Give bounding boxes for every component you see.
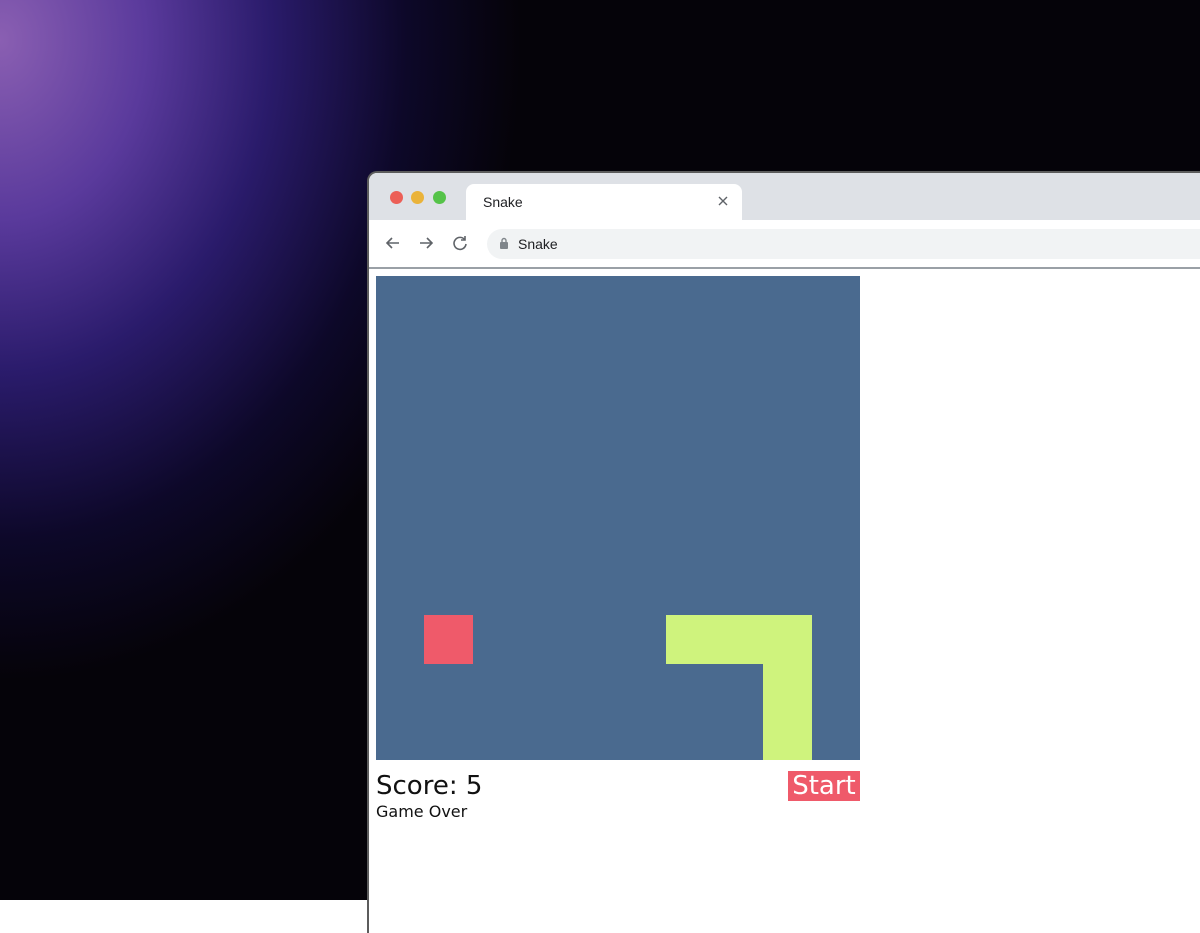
snake-segment: [763, 614, 813, 664]
tab-title: Snake: [483, 194, 523, 210]
snake-segment: [763, 711, 813, 760]
back-arrow-icon[interactable]: [382, 232, 404, 254]
close-icon[interactable]: [714, 192, 732, 210]
browser-toolbar: Snake: [369, 220, 1200, 269]
zoom-window-button[interactable]: [433, 191, 446, 204]
food-cell: [424, 614, 474, 664]
close-window-button[interactable]: [390, 191, 403, 204]
lock-icon: [499, 237, 509, 255]
snake-segment: [666, 614, 716, 664]
forward-arrow-icon[interactable]: [415, 232, 437, 254]
url-text: Snake: [518, 236, 558, 252]
score-display: Score: 5: [376, 771, 483, 801]
tab-strip: Snake: [369, 173, 1200, 222]
browser-window: Snake Snake Score: 5 Game Over Start: [367, 171, 1200, 933]
address-bar[interactable]: Snake: [487, 229, 1200, 259]
page-content: Score: 5 Game Over Start: [369, 269, 1200, 933]
snake-segment: [763, 663, 813, 713]
minimize-window-button[interactable]: [411, 191, 424, 204]
start-button[interactable]: Start: [788, 771, 860, 801]
game-board: [376, 276, 860, 760]
game-status: Game Over: [376, 802, 468, 821]
reload-icon[interactable]: [449, 232, 471, 254]
tab-snake[interactable]: Snake: [466, 184, 742, 222]
snake-segment: [714, 614, 764, 664]
